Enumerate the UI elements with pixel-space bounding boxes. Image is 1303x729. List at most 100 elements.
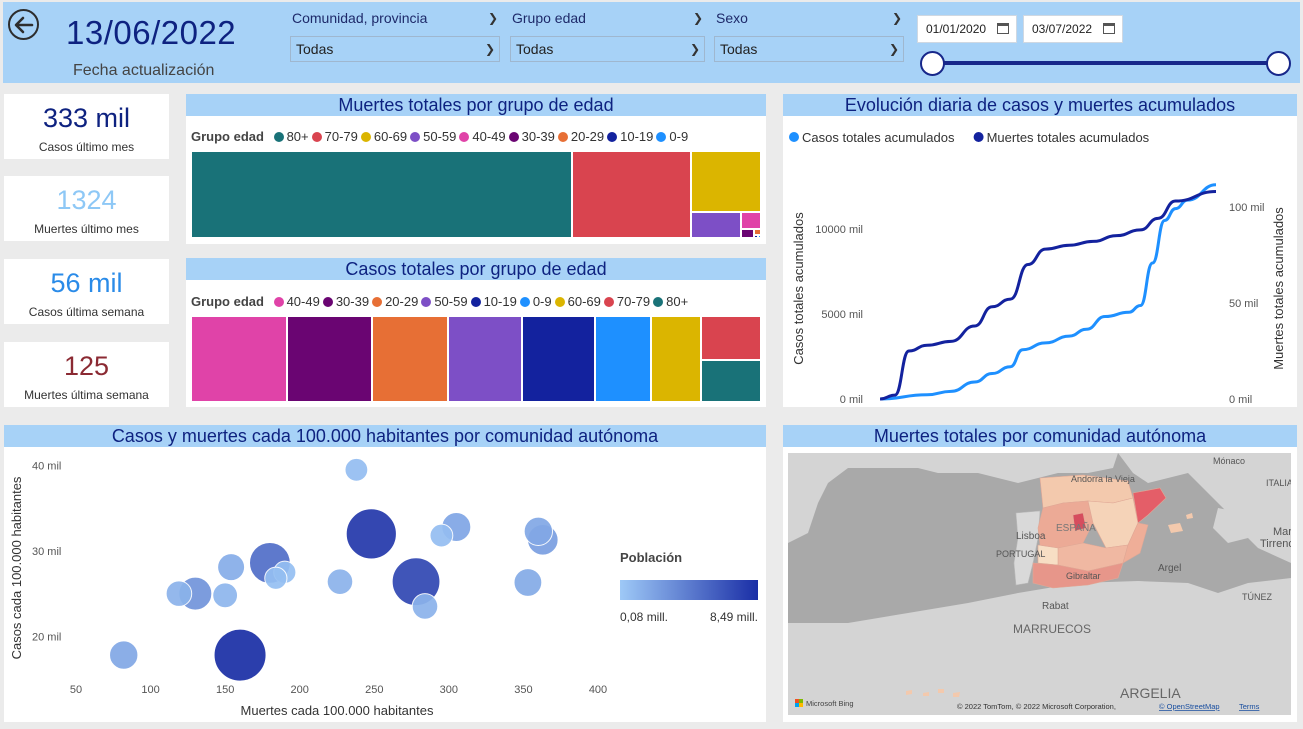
- slicer-title[interactable]: Grupo edad ❯: [510, 7, 705, 29]
- legend-dot: [273, 132, 284, 142]
- calendar-icon[interactable]: [1103, 23, 1115, 34]
- y-tick-label: 0 mil: [840, 394, 863, 406]
- legend-item: 20-29: [372, 294, 418, 309]
- slicer-dropdown-sexo[interactable]: Todas ❯: [714, 36, 904, 62]
- treemap-cell-30-39[interactable]: [287, 316, 372, 402]
- y2-axis-label: Muertes totales acumulados: [1271, 207, 1286, 370]
- legend-dot: [973, 132, 984, 142]
- legend-item: 60-69: [554, 294, 601, 309]
- legend-title: Grupo edad: [191, 129, 264, 144]
- treemap-cell-40-49[interactable]: [191, 316, 288, 402]
- slicer-dropdown-grupo-edad[interactable]: Todas ❯: [510, 36, 705, 62]
- map-label-argel: Argel: [1158, 563, 1181, 574]
- treemap-cell-0-9[interactable]: [594, 316, 651, 402]
- legend-item: 40-49: [459, 129, 506, 144]
- legend-item: 50-59: [421, 294, 468, 309]
- treemap-cell-0-9[interactable]: [758, 235, 761, 238]
- legend-grupo-edad-muertes: Grupo edad 80+ 70-79 60-69 50-59 40-49 30-39 2…: [191, 129, 691, 144]
- x-axis-label: Muertes cada 100.000 habitantes: [241, 703, 434, 718]
- scatter-point[interactable]: [165, 580, 193, 607]
- treemap-cell-50-59[interactable]: [447, 316, 523, 402]
- scatter-point[interactable]: [217, 553, 246, 582]
- scatter-point[interactable]: [513, 568, 543, 597]
- date-range-slider-start-handle[interactable]: [920, 51, 945, 76]
- legend-label: 20-29: [570, 129, 605, 144]
- series-line[interactable]: [879, 189, 1217, 401]
- scatter-point[interactable]: [264, 566, 288, 590]
- treemap-cell-60-69[interactable]: [650, 316, 702, 402]
- treemap-cell-20-29[interactable]: [371, 316, 448, 402]
- legend-dot: [311, 132, 322, 142]
- x-tick-label: 50: [70, 684, 82, 696]
- kpi-card-casos-semana: 56 mil Casos última semana: [4, 259, 169, 324]
- date-from-input[interactable]: 01/01/2020: [917, 15, 1017, 43]
- treemap-cell-60-69[interactable]: [690, 151, 761, 212]
- map-label-mar: Mar: [1273, 526, 1291, 538]
- panel-title: Casos y muertes cada 100.000 habitantes …: [4, 425, 766, 447]
- map-label-rabat: Rabat: [1042, 601, 1069, 612]
- panel-title: Muertes totales por grupo de edad: [186, 94, 766, 116]
- treemap-cell-10-19[interactable]: [522, 316, 595, 402]
- slicer-comunidad: Comunidad, provincia ❯ Todas ❯: [290, 7, 500, 62]
- date-to-input[interactable]: 03/07/2022: [1023, 15, 1123, 43]
- choropleth-map[interactable]: Mónaco Andorra la Vieja ITALIA ESPAÑA Li…: [788, 453, 1291, 715]
- legend-item: 60-69: [360, 129, 407, 144]
- scatter-point[interactable]: [523, 516, 554, 546]
- legend-label: 30-39: [521, 129, 555, 144]
- legend-item: 20-29: [557, 129, 605, 144]
- slicer-title[interactable]: Sexo ❯: [714, 7, 904, 29]
- chevron-down-icon: ❯: [692, 11, 703, 25]
- treemap-cell-70-79[interactable]: [701, 316, 761, 360]
- scatter-point[interactable]: [429, 523, 454, 548]
- scatter-point[interactable]: [213, 628, 267, 682]
- legend-dot: [508, 132, 519, 142]
- treemap-cell-80+[interactable]: [191, 151, 572, 238]
- treemap-cell-80+[interactable]: [701, 359, 761, 402]
- legend-label: Casos totales acumulados: [802, 130, 955, 145]
- legend-label: 50-59: [423, 129, 457, 144]
- legend-dot: [789, 132, 799, 142]
- legend-dot: [360, 132, 371, 142]
- scatter-point[interactable]: [326, 568, 354, 595]
- date-range-slider-end-handle[interactable]: [1266, 51, 1291, 76]
- kpi-value: 333 mil: [42, 103, 131, 133]
- header-bar: 13/06/2022 Fecha actualización Comunidad…: [3, 2, 1300, 83]
- y-tick-label: 30 mil: [32, 546, 61, 558]
- y-axis-label: Casos cada 100.000 habitantes: [9, 476, 24, 659]
- treemap-casos: [191, 316, 761, 402]
- update-date: 13/06/2022: [66, 14, 237, 51]
- treemap-cell-40-49[interactable]: [741, 211, 761, 230]
- slicer-grupo-edad: Grupo edad ❯ Todas ❯: [510, 7, 705, 62]
- chevron-down-icon: ❯: [689, 42, 700, 56]
- x-tick-label: 150: [216, 684, 234, 696]
- map-label-andorra: Andorra la Vieja: [1071, 474, 1135, 484]
- slicer-sexo: Sexo ❯ Todas ❯: [714, 7, 904, 62]
- slicer-dropdown-comunidad[interactable]: Todas ❯: [290, 36, 500, 62]
- slicer-title[interactable]: Comunidad, provincia ❯: [290, 7, 500, 29]
- treemap-cell-70-79[interactable]: [571, 151, 691, 238]
- kpi-label: Muertes último mes: [34, 222, 139, 236]
- osm-link[interactable]: © OpenStreetMap: [1159, 702, 1220, 711]
- y-tick-label: 10000 mil: [815, 224, 863, 236]
- treemap-muertes: [191, 151, 761, 238]
- y2-tick-label: 50 mil: [1229, 298, 1258, 310]
- y2-tick-label: 0 mil: [1229, 394, 1252, 406]
- treemap-cell-50-59[interactable]: [690, 211, 742, 238]
- legend-item: 70-79: [311, 129, 358, 144]
- terms-link[interactable]: Terms: [1239, 702, 1260, 711]
- legend-item: 30-39: [322, 294, 369, 309]
- scatter-point[interactable]: [345, 508, 397, 560]
- scatter-point[interactable]: [109, 640, 139, 670]
- scatter-point[interactable]: [411, 593, 439, 620]
- treemap-cell-30-39[interactable]: [741, 229, 755, 238]
- back-button[interactable]: [8, 9, 39, 40]
- scatter-point[interactable]: [344, 457, 369, 482]
- scatter-point[interactable]: [212, 582, 239, 609]
- calendar-icon[interactable]: [997, 23, 1009, 34]
- x-tick-label: ene 2020: [863, 406, 909, 407]
- legend-label: 20-29: [385, 294, 419, 309]
- date-range-slider-track[interactable]: [932, 61, 1278, 65]
- series-line[interactable]: [880, 183, 1217, 401]
- legend-label: 10-19: [620, 129, 654, 144]
- panel-scatter-comunidades: Casos y muertes cada 100.000 habitantes …: [4, 425, 766, 722]
